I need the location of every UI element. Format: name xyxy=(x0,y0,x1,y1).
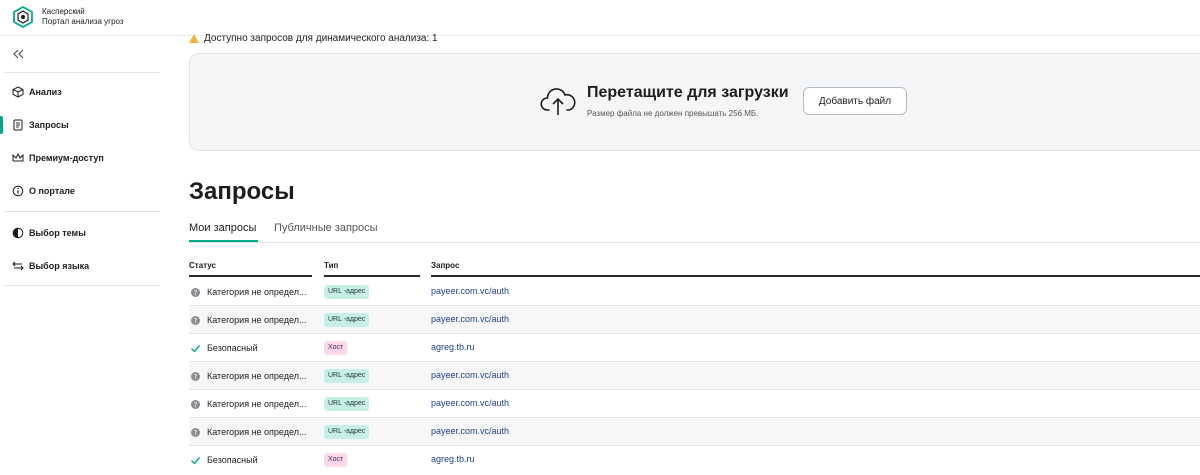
request-link[interactable]: payeer.com.vc/auth xyxy=(431,314,509,324)
brand-subtitle: Портал анализа угроз xyxy=(42,17,124,26)
sidebar-item-label: Выбор языка xyxy=(29,261,90,271)
request-link[interactable]: payeer.com.vc/auth xyxy=(431,426,509,436)
table-row[interactable]: ? Категория не определ... URL -адрес pay… xyxy=(189,362,1200,390)
request-link[interactable]: agreg.tb.ru xyxy=(431,454,475,464)
status-text: Категория не определ... xyxy=(207,371,307,381)
type-badge: URL -адрес xyxy=(324,369,370,383)
sidebar-divider xyxy=(5,72,160,73)
table-row[interactable]: Безопасный Хост agreg.tb.ru xyxy=(189,334,1200,362)
status-text: Категория не определ... xyxy=(207,399,307,409)
cloud-upload-icon xyxy=(540,88,576,115)
status-text: Безопасный xyxy=(207,455,258,465)
document-icon xyxy=(13,119,23,131)
upload-title: Перетащите для загрузки xyxy=(587,84,789,101)
question-icon: ? xyxy=(191,372,200,381)
request-link[interactable]: payeer.com.vc/auth xyxy=(431,286,509,296)
header-divider xyxy=(0,35,1200,36)
type-badge: Хост xyxy=(324,341,348,355)
sidebar-divider xyxy=(5,285,160,286)
column-header-underline xyxy=(189,275,312,277)
type-badge: URL -адрес xyxy=(324,313,370,327)
type-badge: URL -адрес xyxy=(324,285,370,299)
sidebar-item-label: Выбор темы xyxy=(29,228,86,238)
svg-text:?: ? xyxy=(194,317,198,325)
question-icon: ? xyxy=(191,316,200,325)
sidebar-item-label: О портале xyxy=(29,186,75,196)
svg-text:?: ? xyxy=(194,429,198,437)
column-header-status[interactable]: Статус xyxy=(189,261,216,270)
warning-icon xyxy=(189,33,199,43)
status-text: Категория не определ... xyxy=(207,315,307,325)
table-row[interactable]: ? Категория не определ... URL -адрес pay… xyxy=(189,306,1200,334)
type-badge: Хост xyxy=(324,453,348,467)
sidebar-item-label: Анализ xyxy=(29,87,62,97)
brand-name: Касперский xyxy=(42,7,85,16)
svg-text:?: ? xyxy=(194,373,198,381)
brand[interactable]: Касперский Портал анализа угроз xyxy=(12,6,124,28)
cube-icon xyxy=(12,86,24,98)
notice-text: Доступно запросов для динамического анал… xyxy=(204,32,438,44)
table-row[interactable]: ? Категория не определ... URL -адрес pay… xyxy=(189,418,1200,446)
checkmark-icon xyxy=(191,457,200,465)
question-icon: ? xyxy=(191,400,200,409)
tabs-divider xyxy=(189,242,1200,243)
status-text: Категория не определ... xyxy=(207,427,307,437)
type-badge: URL -адрес xyxy=(324,425,370,439)
status-text: Категория не определ... xyxy=(207,287,307,297)
kaspersky-logo-icon xyxy=(13,6,33,28)
collapse-sidebar-icon[interactable] xyxy=(11,47,27,61)
sidebar-divider xyxy=(5,211,160,212)
table-row[interactable]: Безопасный Хост agreg.tb.ru xyxy=(189,446,1200,474)
sidebar-item-theme[interactable]: Выбор темы xyxy=(0,222,170,244)
upload-size-hint: Размер файла не должен превышать 256 МБ. xyxy=(587,109,759,118)
request-link[interactable]: payeer.com.vc/auth xyxy=(431,370,509,380)
sidebar-item-label: Запросы xyxy=(29,120,69,130)
theme-icon xyxy=(12,227,24,239)
status-text: Безопасный xyxy=(207,343,258,353)
upload-dropzone[interactable]: Перетащите для загрузки Размер файла не … xyxy=(189,53,1200,151)
sidebar-item-premium[interactable]: Премиум-доступ xyxy=(0,147,170,169)
svg-text:?: ? xyxy=(194,289,198,297)
table-row[interactable]: ? Категория не определ... URL -адрес pay… xyxy=(189,278,1200,306)
column-header-underline xyxy=(431,275,1200,277)
language-icon xyxy=(12,261,24,271)
checkmark-icon xyxy=(191,345,200,353)
table-row[interactable]: ? Категория не определ... URL -адрес pay… xyxy=(189,390,1200,418)
question-icon: ? xyxy=(191,428,200,437)
column-header-request[interactable]: Запрос xyxy=(431,261,459,270)
sidebar-item-about[interactable]: О портале xyxy=(0,180,170,202)
crown-icon xyxy=(12,152,24,162)
svg-text:?: ? xyxy=(194,401,198,409)
sidebar-item-language[interactable]: Выбор языка xyxy=(0,255,170,277)
column-header-type[interactable]: Тип xyxy=(324,261,338,270)
request-link[interactable]: payeer.com.vc/auth xyxy=(431,398,509,408)
active-tab-indicator xyxy=(189,240,258,242)
sidebar-item-analysis[interactable]: Анализ xyxy=(0,81,170,103)
sidebar-item-requests[interactable]: Запросы xyxy=(0,114,170,136)
question-icon: ? xyxy=(191,288,200,297)
column-header-underline xyxy=(324,275,420,277)
type-badge: URL -адрес xyxy=(324,397,370,411)
tab-public-requests[interactable]: Публичные запросы xyxy=(274,222,378,234)
add-file-button[interactable]: Добавить файл xyxy=(803,87,907,115)
info-icon xyxy=(12,185,24,197)
dynamic-analysis-notice: Доступно запросов для динамического анал… xyxy=(189,31,438,45)
tab-my-requests[interactable]: Мои запросы xyxy=(189,222,256,234)
sidebar-item-label: Премиум-доступ xyxy=(29,153,104,163)
request-link[interactable]: agreg.tb.ru xyxy=(431,342,475,352)
page-title: Запросы xyxy=(189,178,295,205)
sidebar: Касперский Портал анализа угроз Анализ З… xyxy=(0,0,176,475)
